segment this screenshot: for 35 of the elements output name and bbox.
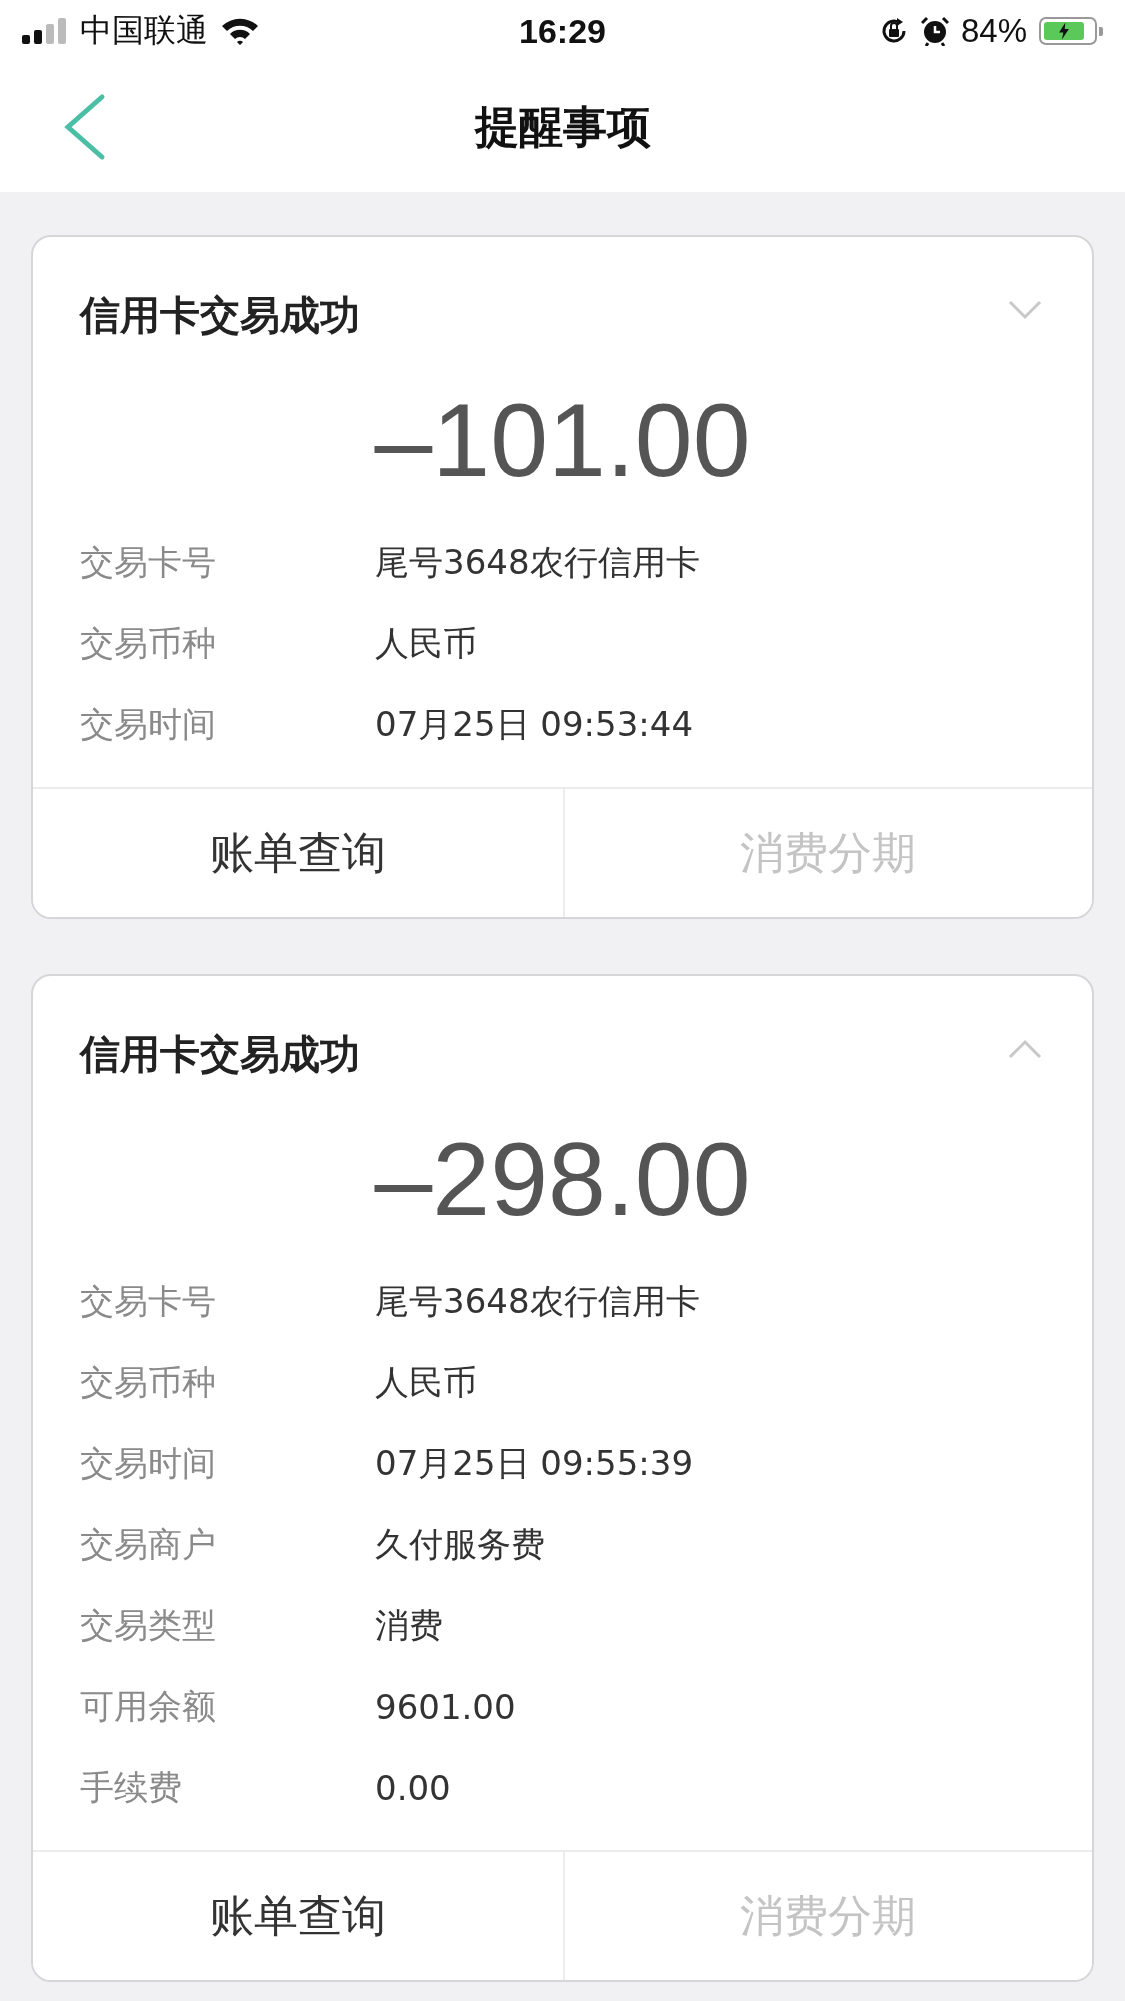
chevron-down-icon[interactable] <box>1008 300 1042 320</box>
field-label: 交易时间 <box>80 702 217 746</box>
wifi-icon <box>220 16 260 46</box>
signal-icon <box>22 18 68 44</box>
field-value: 久付服务费 <box>375 1522 545 1566</box>
field-label: 交易商户 <box>80 1522 217 1566</box>
amount: –298.00 <box>373 1120 752 1239</box>
carrier-name: 中国联通 <box>80 10 208 51</box>
back-button[interactable] <box>62 93 106 161</box>
field-value: 尾号3648农行信用卡 <box>375 1279 700 1323</box>
field-label: 手续费 <box>80 1765 183 1809</box>
page-title: 提醒事项 <box>474 99 651 154</box>
field-label: 交易卡号 <box>80 1279 217 1323</box>
field-value: 0.00 <box>375 1767 451 1808</box>
alarm-icon <box>920 16 949 46</box>
field-value: 07月25日 09:53:44 <box>375 702 694 746</box>
field-label: 交易时间 <box>80 1441 217 1485</box>
field-value: 07月25日 09:55:39 <box>375 1441 694 1485</box>
field-label: 交易卡号 <box>80 540 217 584</box>
field-label: 交易币种 <box>80 621 217 665</box>
field-label: 交易类型 <box>80 1603 217 1647</box>
battery-percent: 84% <box>960 12 1027 50</box>
battery-icon <box>1039 17 1103 45</box>
field-value: 消费 <box>375 1603 443 1647</box>
card-title: 信用卡交易成功 <box>80 1029 360 1079</box>
field-value: 人民币 <box>375 621 477 665</box>
clock-time: 16:29 <box>519 11 606 51</box>
field-label: 交易币种 <box>80 1360 217 1404</box>
chevron-up-icon[interactable] <box>1008 1039 1042 1059</box>
field-value: 尾号3648农行信用卡 <box>375 540 700 584</box>
field-value: 人民币 <box>375 1360 477 1404</box>
amount: –101.00 <box>373 381 752 500</box>
field-label: 可用余额 <box>80 1684 217 1728</box>
field-value: 9601.00 <box>375 1686 516 1727</box>
card-title: 信用卡交易成功 <box>80 290 360 340</box>
